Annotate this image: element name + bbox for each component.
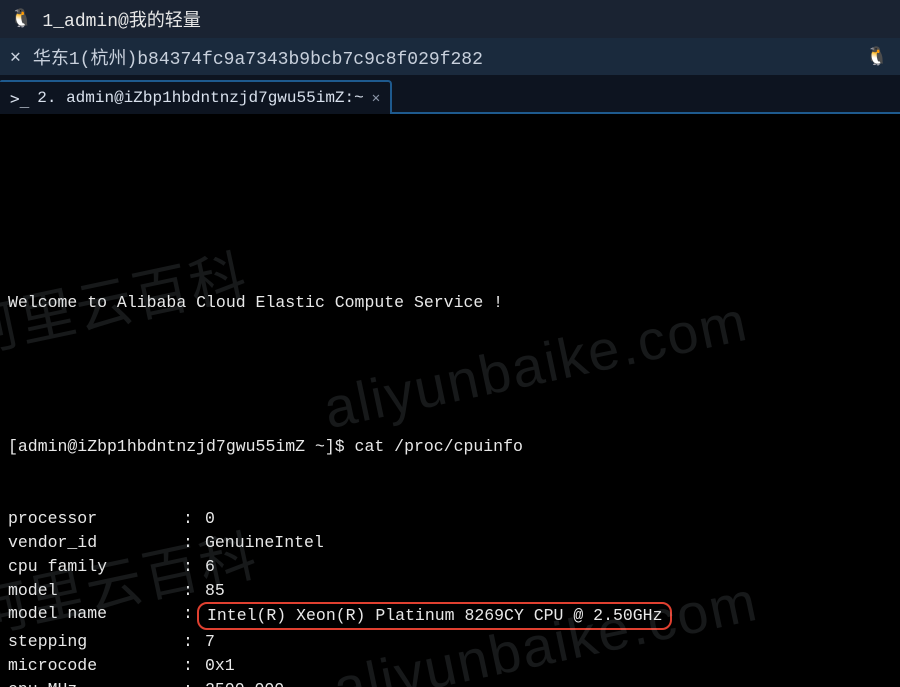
terminal-welcome-line: Welcome to Alibaba Cloud Elastic Compute… [8, 291, 892, 315]
cpuinfo-row: processor: 0 [8, 507, 892, 531]
cpuinfo-colon: : [183, 678, 205, 687]
highlighted-value: Intel(R) Xeon(R) Platinum 8269CY CPU @ 2… [197, 602, 672, 630]
cpuinfo-value: GenuineIntel [205, 531, 324, 555]
terminal-prompt-line: [admin@iZbp1hbdntnzjd7gwu55imZ ~]$ cat /… [8, 435, 892, 459]
tab-strip: >_ 2. admin@iZbp1hbdntnzjd7gwu55imZ:~ ✕ [0, 78, 900, 114]
cpuinfo-value: Intel(R) Xeon(R) Platinum 8269CY CPU @ 2… [205, 602, 672, 630]
session-info-bar: ✕ 华东1(杭州)b84374fc9a7343b9bcb7c9c8f029f28… [0, 38, 900, 78]
cpuinfo-key: vendor_id [8, 531, 183, 555]
session-host-label: 华东1(杭州)b84374fc9a7343b9bcb7c9c8f029f282 [33, 44, 483, 70]
penguin-icon: 🐧 [10, 8, 32, 30]
cpuinfo-row: microcode: 0x1 [8, 654, 892, 678]
cpuinfo-colon: : [183, 555, 205, 579]
cpuinfo-colon: : [183, 630, 205, 654]
cpuinfo-colon: : [183, 654, 205, 678]
cpuinfo-row: model name: Intel(R) Xeon(R) Platinum 82… [8, 602, 892, 630]
cpuinfo-colon: : [183, 507, 205, 531]
title-bar: 🐧 1_admin@我的轻量 [0, 0, 900, 38]
cpuinfo-block: processor: 0vendor_id: GenuineIntelcpu f… [8, 507, 892, 687]
cpuinfo-value: 0x1 [205, 654, 235, 678]
cpuinfo-key: model [8, 579, 183, 603]
cpuinfo-key: processor [8, 507, 183, 531]
close-session-icon[interactable]: ✕ [10, 46, 21, 68]
window-title: 1_admin@我的轻量 [42, 6, 200, 32]
terminal-prompt-icon: >_ [10, 89, 29, 108]
cpuinfo-row: model: 85 [8, 579, 892, 603]
cpuinfo-row: stepping: 7 [8, 630, 892, 654]
penguin-icon: 🐧 [866, 46, 888, 68]
cpuinfo-row: cpu family: 6 [8, 555, 892, 579]
terminal-blank-line [8, 363, 892, 387]
cpuinfo-colon: : [183, 579, 205, 603]
tab-label: 2. admin@iZbp1hbdntnzjd7gwu55imZ:~ [37, 89, 363, 107]
cpuinfo-row: cpu MHz: 2500.000 [8, 678, 892, 687]
cpuinfo-colon: : [183, 531, 205, 555]
cpuinfo-key: cpu MHz [8, 678, 183, 687]
cpuinfo-key: cpu family [8, 555, 183, 579]
tab-terminal[interactable]: >_ 2. admin@iZbp1hbdntnzjd7gwu55imZ:~ ✕ [0, 80, 392, 114]
cpuinfo-value: 2500.000 [205, 678, 284, 687]
cpuinfo-key: model name [8, 602, 183, 630]
close-tab-icon[interactable]: ✕ [372, 90, 380, 107]
cpuinfo-key: microcode [8, 654, 183, 678]
cpuinfo-key: stepping [8, 630, 183, 654]
terminal-output[interactable]: 阿里云百科 aliyunbaike.com 阿里云百科 aliyunbaike.… [0, 114, 900, 687]
cpuinfo-value: 6 [205, 555, 215, 579]
cpuinfo-value: 7 [205, 630, 215, 654]
cpuinfo-value: 85 [205, 579, 225, 603]
cpuinfo-row: vendor_id: GenuineIntel [8, 531, 892, 555]
cpuinfo-value: 0 [205, 507, 215, 531]
